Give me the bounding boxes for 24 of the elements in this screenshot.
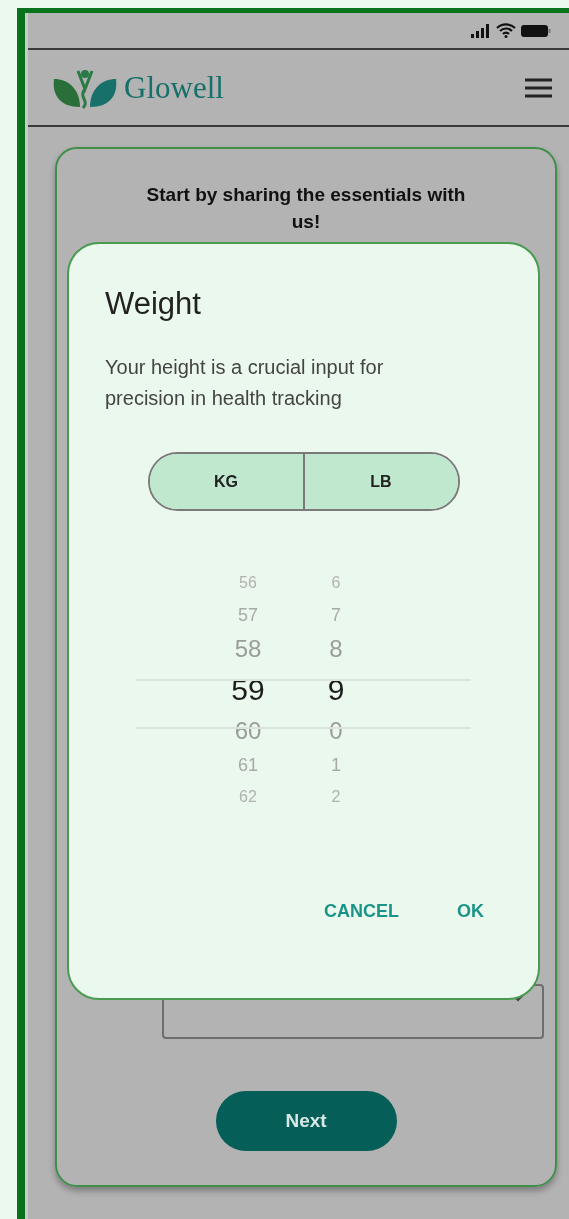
- picker-value[interactable]: 56: [239, 567, 257, 599]
- next-button[interactable]: Next: [215, 1091, 397, 1151]
- picker-value[interactable]: 7: [331, 599, 341, 631]
- picker-value[interactable]: 62: [239, 781, 257, 813]
- picker-value[interactable]: 1: [331, 749, 341, 781]
- picker-value[interactable]: 8: [329, 631, 343, 667]
- picker-value[interactable]: 61: [238, 749, 258, 781]
- menu-icon[interactable]: [525, 77, 552, 98]
- dialog-button[interactable]: CANCEL: [324, 901, 399, 922]
- picker-value[interactable]: 6: [331, 567, 341, 599]
- signal-icon: [471, 23, 491, 38]
- picker-value[interactable]: 58: [234, 631, 262, 667]
- picker-value[interactable]: 2: [331, 781, 341, 813]
- picker-value[interactable]: 57: [238, 599, 258, 631]
- wifi-icon: [496, 23, 516, 38]
- picker-value[interactable]: 9: [327, 667, 345, 713]
- app-name: Glowell: [124, 69, 224, 106]
- battery-icon: [521, 23, 551, 38]
- unit-toggle-button[interactable]: LB: [302, 454, 458, 509]
- dialog-description: Your height is a crucial input for precision in health tracking: [105, 355, 385, 411]
- card-title: Start by sharing the essentials with us!: [145, 183, 467, 234]
- dialog-title: Weight: [105, 286, 202, 322]
- unit-toggle-button[interactable]: KG: [149, 454, 303, 509]
- dialog-button[interactable]: OK: [457, 901, 484, 922]
